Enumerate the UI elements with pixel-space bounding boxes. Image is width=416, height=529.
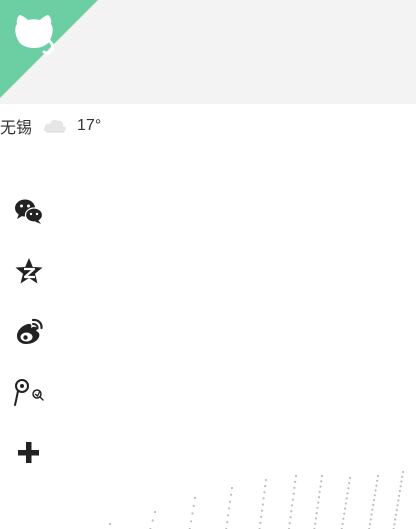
decor-dot xyxy=(398,494,401,497)
decor-dot xyxy=(370,513,373,516)
share-sidebar xyxy=(0,0,60,529)
decor-dot xyxy=(401,470,405,474)
decor-dot xyxy=(229,493,233,496)
decor-dot xyxy=(289,516,292,519)
decor-dot xyxy=(400,480,403,483)
tencent-weibo-icon xyxy=(14,379,44,406)
decor-dot xyxy=(393,523,396,526)
decor-dot xyxy=(369,518,372,521)
share-qzone-button[interactable] xyxy=(13,256,45,288)
decor-dot xyxy=(229,500,232,503)
decor-dot xyxy=(318,490,321,493)
decor-dot xyxy=(320,474,324,478)
decor-dot xyxy=(374,489,377,492)
decor-dot xyxy=(376,474,380,478)
share-more-button[interactable] xyxy=(13,436,45,468)
decor-dot xyxy=(228,507,231,510)
decor-dot xyxy=(347,487,350,490)
decor-dot xyxy=(401,475,404,478)
decor-dot xyxy=(151,519,154,522)
decor-dot xyxy=(260,515,263,518)
decor-dot xyxy=(344,502,347,505)
share-wechat-button[interactable] xyxy=(13,196,45,228)
decor-dot xyxy=(263,491,266,494)
decor-dot xyxy=(314,522,317,525)
decor-dot xyxy=(261,503,264,506)
decor-dot xyxy=(294,474,298,478)
decor-dot xyxy=(320,480,323,483)
decor-dot xyxy=(343,512,346,515)
decor-dot xyxy=(315,511,318,515)
decor-dot xyxy=(291,498,294,501)
decor-dot xyxy=(346,492,349,495)
decor-dot xyxy=(226,521,229,524)
decor-dot xyxy=(314,517,317,520)
decor-dot xyxy=(396,504,399,507)
decor-dot xyxy=(227,514,230,517)
decor-dot xyxy=(376,479,379,482)
decor-dot xyxy=(259,521,262,525)
decor-dot xyxy=(192,504,195,507)
decor-dot xyxy=(262,497,265,500)
decor-dot xyxy=(317,501,320,504)
decor-dot xyxy=(368,523,372,526)
decor-dot xyxy=(371,508,374,511)
decor-dot xyxy=(394,513,397,516)
decor-dot xyxy=(342,517,345,520)
decor-dot xyxy=(193,496,197,500)
share-weibo-button[interactable] xyxy=(13,316,45,348)
decor-dot xyxy=(397,499,400,502)
decor-dot xyxy=(317,496,321,499)
decor-dot xyxy=(288,522,291,525)
decor-dot xyxy=(341,522,344,526)
decor-dot xyxy=(264,478,268,482)
decor-dot xyxy=(399,485,402,488)
decor-dot xyxy=(394,518,397,521)
decor-dot xyxy=(319,485,322,488)
decor-dot xyxy=(398,489,401,493)
decor-dot xyxy=(294,480,297,483)
decor-dot xyxy=(293,486,296,489)
weibo-icon xyxy=(17,318,43,344)
decor-dot xyxy=(316,506,319,509)
decor-dot xyxy=(260,509,264,512)
decor-dot xyxy=(230,486,234,490)
decor-dot xyxy=(191,512,194,515)
decor-dot xyxy=(291,504,294,507)
weather-temperature: 17° xyxy=(77,117,102,134)
decor-dot xyxy=(372,499,376,502)
page: 无锡 17° xyxy=(0,0,416,529)
decor-dot xyxy=(395,508,398,512)
decor-dot xyxy=(373,494,376,497)
decor-dot xyxy=(344,507,347,510)
qzone-icon xyxy=(15,258,43,284)
decor-dot xyxy=(108,522,112,526)
decor-dot xyxy=(348,482,351,485)
decor-dot xyxy=(348,476,352,480)
decor-dot xyxy=(292,492,295,495)
decor-dot xyxy=(264,485,267,488)
decor-dot xyxy=(375,484,378,487)
decor-dot xyxy=(190,520,193,523)
decor-dot xyxy=(345,497,348,500)
plus-icon xyxy=(18,442,39,463)
decor-dot xyxy=(372,503,375,506)
wechat-icon xyxy=(15,199,44,224)
decor-dot xyxy=(153,510,157,514)
decor-dot xyxy=(290,510,293,513)
share-tencent-weibo-button[interactable] xyxy=(13,376,45,408)
